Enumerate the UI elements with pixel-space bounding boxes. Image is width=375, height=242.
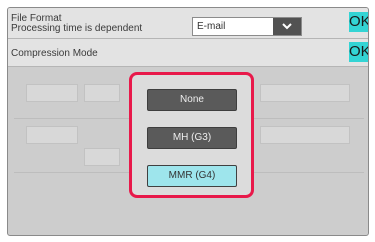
background-field xyxy=(26,126,78,144)
compression-mode-row: Compression Mode OK xyxy=(8,39,368,67)
option-mmr-g4-button[interactable]: MMR (G4) xyxy=(147,165,237,187)
background-field xyxy=(260,84,350,102)
settings-screen: File Format Processing time is dependent… xyxy=(7,7,369,236)
option-none-button[interactable]: None xyxy=(147,89,237,111)
file-format-select[interactable]: E-mail xyxy=(192,17,302,36)
background-field xyxy=(26,84,78,102)
select-arrow-button[interactable] xyxy=(273,18,301,35)
compression-ok-button[interactable]: OK xyxy=(349,42,368,62)
file-format-row: File Format Processing time is dependent… xyxy=(8,8,368,39)
background-field xyxy=(84,148,120,166)
compression-mode-title: Compression Mode xyxy=(11,48,98,59)
background-field xyxy=(260,126,350,144)
file-format-ok-button[interactable]: OK xyxy=(349,12,368,32)
chevron-down-icon xyxy=(282,23,292,30)
file-format-select-value: E-mail xyxy=(197,21,226,32)
compression-mode-popup: None MH (G3) MMR (G4) xyxy=(129,72,254,198)
processing-note: Processing time is dependent xyxy=(11,23,143,34)
background-field xyxy=(84,84,120,102)
option-mh-g3-button[interactable]: MH (G3) xyxy=(147,127,237,149)
